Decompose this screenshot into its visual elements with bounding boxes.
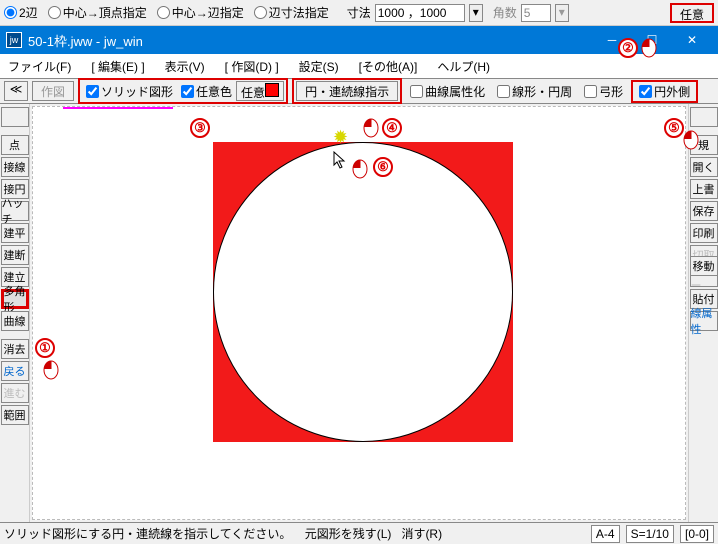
color-swatch-icon <box>265 83 279 97</box>
tool-range[interactable]: 範囲 <box>1 405 29 425</box>
radio-center-edge[interactable]: 中心→辺指定 <box>157 4 244 21</box>
tool-blank[interactable] <box>1 107 29 127</box>
draw-button[interactable]: 作図 <box>32 81 74 101</box>
guide-line <box>63 107 173 109</box>
rtool-overwrite[interactable]: 上書 <box>690 179 718 199</box>
menu-settings[interactable]: 設定(S) <box>295 56 343 77</box>
arbitrary-button[interactable]: 任意 <box>670 3 714 23</box>
tool-tangent[interactable]: 接線 <box>1 157 29 177</box>
tool-point[interactable]: 点 <box>1 135 29 155</box>
dimension-dropdown[interactable]: ▾ <box>469 4 483 22</box>
tool-plan[interactable]: 建平 <box>1 223 29 243</box>
polygon-options-bar: 2辺 中心→頂点指定 中心→辺指定 辺寸法指定 寸法 ▾ 角数 ▾ 任意 <box>0 0 718 26</box>
dimension-input[interactable] <box>375 4 465 22</box>
line-circle-check[interactable]: 線形・円周 <box>497 83 572 100</box>
callout-4: ④ <box>382 118 402 138</box>
menu-bar: ファイル(F) [ 編集(E) ] 表示(V) [ 作図(D) ] 設定(S) … <box>0 54 718 78</box>
callout-6: ⑥ <box>373 157 393 177</box>
window-title: 50-1枠.jww - jw_win <box>28 31 592 50</box>
status-bar: ソリッド図形にする円・連続線を指示してください。 元図形を残す(L) 消す(R)… <box>0 522 718 544</box>
circle-outside-group: 円外側 <box>631 80 698 103</box>
cursor-icon <box>333 151 347 172</box>
solid-group: ソリッド図形 任意色 任意 <box>78 78 288 104</box>
mouse-icon-5 <box>682 130 700 150</box>
radio-edge-length[interactable]: 辺寸法指定 <box>254 4 329 21</box>
callout-1: ① <box>35 338 55 358</box>
tool-redo[interactable]: 進む <box>1 383 29 403</box>
sides-label: 角数 <box>493 4 517 21</box>
main-area: 点 接線 接円 ハッチ 建平 建断 建立 多角形 曲線 消去 戻る 進む 範囲 … <box>0 104 718 522</box>
dimension-label: 寸法 <box>347 4 371 21</box>
bow-check[interactable]: 弓形 <box>584 83 623 100</box>
option-bar: ≪ 作図 ソリッド図形 任意色 任意 円・連続線指示 曲線属性化 線形・円周 弓… <box>0 78 718 104</box>
callout-5: ⑤ <box>664 118 684 138</box>
solid-shape-check[interactable]: ソリッド図形 <box>86 83 173 100</box>
sun-marker-icon: ✹ <box>333 127 348 148</box>
rtool-save[interactable]: 保存 <box>690 201 718 221</box>
status-group[interactable]: [0-0] <box>680 525 714 543</box>
tool-erase[interactable]: 消去 <box>1 339 29 359</box>
rtool-blank[interactable] <box>690 107 718 127</box>
tool-polygon[interactable]: 多角形 <box>1 289 29 309</box>
drawing-canvas[interactable]: ✹ ⑥ <box>32 106 686 520</box>
mouse-icon-6 <box>351 159 369 179</box>
menu-edit[interactable]: [ 編集(E) ] <box>87 56 148 77</box>
sides-input[interactable] <box>521 4 551 22</box>
menu-file[interactable]: ファイル(F) <box>4 56 75 77</box>
rtool-print[interactable]: 印刷 <box>690 223 718 243</box>
status-message: ソリッド図形にする円・連続線を指示してください。 元図形を残す(L) 消す(R) <box>4 525 585 542</box>
circle-continuous-button[interactable]: 円・連続線指示 <box>296 81 398 101</box>
rtool-move[interactable]: 移動 <box>690 256 718 276</box>
rtool-open[interactable]: 開く <box>690 157 718 177</box>
left-toolbar: 点 接線 接円 ハッチ 建平 建断 建立 多角形 曲線 消去 戻る 進む 範囲 <box>0 104 30 522</box>
mouse-icon-2 <box>640 38 658 58</box>
status-scale[interactable]: S=1/10 <box>626 525 674 543</box>
mouse-icon-4 <box>362 118 380 138</box>
circle-outside-check[interactable]: 円外側 <box>639 83 690 100</box>
arbitrary-color-check[interactable]: 任意色 <box>181 83 232 100</box>
tool-curve[interactable]: 曲線 <box>1 311 29 331</box>
status-layer[interactable]: A-4 <box>591 525 620 543</box>
right-toolbar: 規 開く 上書 保存 印刷 切取 コピー 貼付 線属性 移動 <box>688 104 718 522</box>
app-icon: jw <box>6 32 22 48</box>
rtool-line-attr[interactable]: 線属性 <box>690 311 718 331</box>
radio-center-vertex[interactable]: 中心→頂点指定 <box>48 4 147 21</box>
radio-2edge[interactable]: 2辺 <box>4 4 38 21</box>
sides-dropdown[interactable]: ▾ <box>555 4 569 22</box>
close-button[interactable]: ✕ <box>672 26 712 54</box>
curve-attr-check[interactable]: 曲線属性化 <box>410 83 485 100</box>
white-circle-shape <box>213 142 513 442</box>
callout-3: ③ <box>190 118 210 138</box>
menu-other[interactable]: [その他(A)] <box>355 56 422 77</box>
circle-line-group: 円・連続線指示 <box>292 78 402 104</box>
menu-view[interactable]: 表示(V) <box>161 56 209 77</box>
tool-undo[interactable]: 戻る <box>1 361 29 381</box>
mouse-icon-1 <box>42 360 60 380</box>
tool-section[interactable]: 建断 <box>1 245 29 265</box>
menu-help[interactable]: ヘルプ(H) <box>433 56 494 77</box>
window-titlebar: jw 50-1枠.jww - jw_win ─ ☐ ✕ <box>0 26 718 54</box>
back-button[interactable]: ≪ <box>4 81 28 101</box>
tool-hatch[interactable]: ハッチ <box>1 201 29 221</box>
menu-draw[interactable]: [ 作図(D) ] <box>221 56 283 77</box>
color-pick-button[interactable]: 任意 <box>236 81 284 101</box>
callout-2: ② <box>618 38 638 58</box>
